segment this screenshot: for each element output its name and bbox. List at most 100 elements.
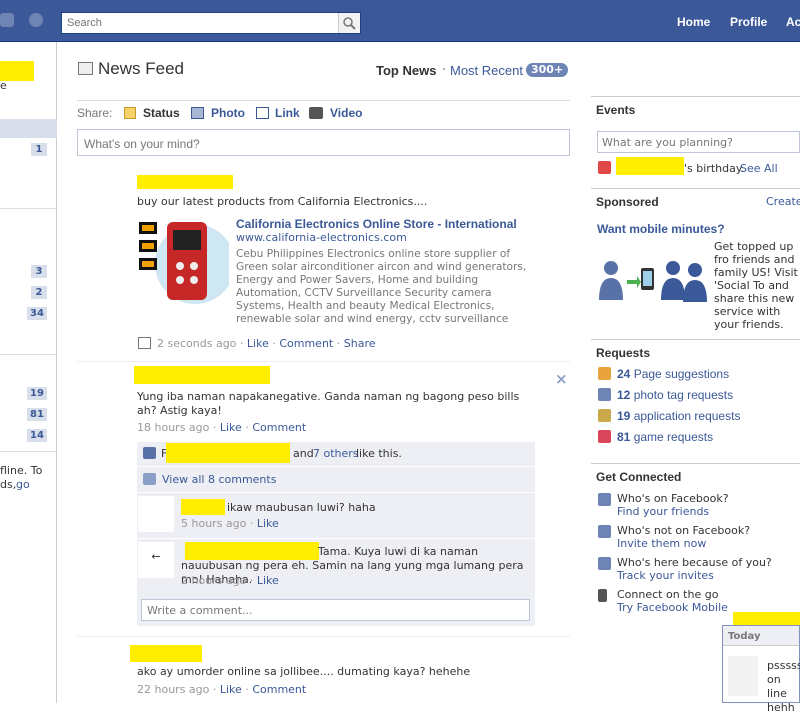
messages-icon[interactable] (0, 13, 14, 27)
application-icon (598, 409, 611, 422)
status-icon (124, 107, 136, 119)
status-input[interactable]: What's on your mind? (77, 129, 570, 156)
like-link[interactable]: Like (220, 683, 242, 696)
likes-and: and (293, 447, 314, 460)
create-ad-link[interactable]: Create (766, 195, 800, 208)
comment-time[interactable]: 5 hours ago (181, 517, 246, 530)
post-time[interactable]: 18 hours ago (137, 421, 209, 434)
comment-like-link[interactable]: Like (257, 517, 279, 530)
comment-link[interactable]: Comment (252, 421, 306, 434)
comment-text: ikaw maubusan luwi? haha (227, 501, 376, 514)
chat-message: psssss on line hehh (767, 659, 800, 714)
profile-snippet: e (0, 79, 7, 92)
view-all-comments-link[interactable]: View all 8 comments (162, 473, 276, 486)
gift-icon (598, 161, 611, 174)
chat-offline-text: fline. To (0, 464, 43, 477)
post-meta: 2 seconds ago · Like · Comment · Share (157, 337, 376, 350)
comments-icon (143, 473, 156, 485)
like-link[interactable]: Like (220, 421, 242, 434)
comment-meta: 2 hours ago · Like (181, 574, 279, 587)
redacted-name (616, 157, 684, 175)
share-photo-tab[interactable]: Photo (211, 106, 245, 120)
ad-title[interactable]: Want mobile minutes? (597, 222, 725, 236)
birthday-text: 's birthday. (684, 162, 745, 175)
top-bar: Home Profile Ac (0, 0, 800, 42)
divider (137, 492, 535, 493)
post-divider (77, 636, 570, 637)
divider (137, 466, 535, 467)
connected-question: Who's not on Facebook? (617, 524, 751, 537)
likes-others-link[interactable]: 7 others (313, 447, 359, 460)
go-online-link[interactable]: go (16, 478, 30, 491)
tab-most-recent[interactable]: Most Recent (450, 63, 523, 78)
link-title[interactable]: California Electronics Online Store - In… (236, 217, 517, 231)
notifications-globe-icon[interactable] (29, 13, 43, 27)
tab-top-news[interactable]: Top News (376, 63, 436, 78)
like-link[interactable]: Like (247, 337, 269, 350)
write-comment-input[interactable]: Write a comment... (141, 599, 530, 621)
separator-dot: · (442, 63, 447, 78)
close-icon[interactable]: × (555, 370, 568, 388)
avatar (728, 656, 758, 696)
nav-profile[interactable]: Profile (730, 15, 767, 29)
request-applications[interactable]: 19 application requests (617, 409, 740, 423)
events-input[interactable]: What are you planning? (597, 131, 800, 153)
comment-time[interactable]: 2 hours ago (181, 574, 246, 587)
share-link-tab[interactable]: Link (275, 106, 300, 120)
share-link[interactable]: Share (344, 337, 376, 350)
redacted-name (733, 612, 800, 626)
game-icon (598, 430, 611, 443)
divider (0, 354, 57, 355)
chat-date: Today (723, 626, 799, 646)
photo-icon (191, 107, 204, 119)
invite-link[interactable]: Invite them now (617, 537, 706, 550)
track-invites-link[interactable]: Track your invites (617, 569, 714, 582)
link-url[interactable]: www.california-electronics.com (236, 231, 407, 244)
photo-tag-icon (598, 388, 611, 401)
invite-icon (598, 525, 611, 538)
search-input[interactable] (62, 13, 332, 33)
facebook-mobile-link[interactable]: Try Facebook Mobile (617, 601, 728, 614)
post-divider (77, 361, 570, 362)
sidebar-count[interactable]: 34 (27, 307, 47, 320)
left-sidebar: e 1 3 2 34 19 81 14 fline. To ds, go (0, 42, 57, 703)
divider (0, 451, 57, 452)
comment-link[interactable]: Comment (279, 337, 333, 350)
find-friends-link[interactable]: Find your friends (617, 505, 709, 518)
request-page-suggestions[interactable]: 24 Page suggestions (617, 367, 729, 381)
sidebar-count[interactable]: 2 (31, 286, 47, 299)
likes-suffix: like this. (356, 447, 402, 460)
requests-header: Requests (591, 339, 800, 361)
connected-question: Who's here because of you? (617, 556, 772, 569)
search-icon[interactable] (338, 13, 360, 33)
redacted-name (0, 61, 34, 81)
avatar[interactable]: ← (138, 542, 174, 578)
request-games[interactable]: 81 game requests (617, 430, 713, 444)
nav-account[interactable]: Ac (786, 15, 800, 29)
connected-question: Connect on the go (617, 588, 719, 601)
post-time[interactable]: 2 seconds ago (157, 337, 236, 350)
page-suggestion-icon (598, 367, 611, 380)
find-friends-icon (598, 493, 611, 506)
request-photo-tags[interactable]: 12 photo tag requests (617, 388, 733, 402)
get-connected-header: Get Connected (591, 463, 800, 485)
sidebar-count[interactable]: 1 (31, 143, 47, 156)
post-time[interactable]: 22 hours ago (137, 683, 209, 696)
chat-window[interactable]: Today psssss on line hehh (722, 625, 800, 714)
ad-image[interactable] (597, 258, 709, 302)
avatar[interactable] (138, 496, 174, 532)
see-all-link[interactable]: See All (740, 162, 778, 175)
sidebar-count[interactable]: 14 (27, 429, 47, 442)
share-video-tab[interactable]: Video (330, 106, 362, 120)
sidebar-item-selected[interactable] (0, 119, 57, 138)
nav-home[interactable]: Home (677, 15, 710, 29)
share-status-tab[interactable]: Status (143, 106, 180, 120)
news-feed-icon (78, 62, 93, 75)
sidebar-count[interactable]: 3 (31, 265, 47, 278)
product-thumbnail[interactable] (137, 216, 235, 308)
comment-like-link[interactable]: Like (257, 574, 279, 587)
comment-link[interactable]: Comment (252, 683, 306, 696)
sidebar-count[interactable]: 81 (27, 408, 47, 421)
sidebar-count[interactable]: 19 (27, 387, 47, 400)
share-label: Share: (77, 106, 113, 120)
